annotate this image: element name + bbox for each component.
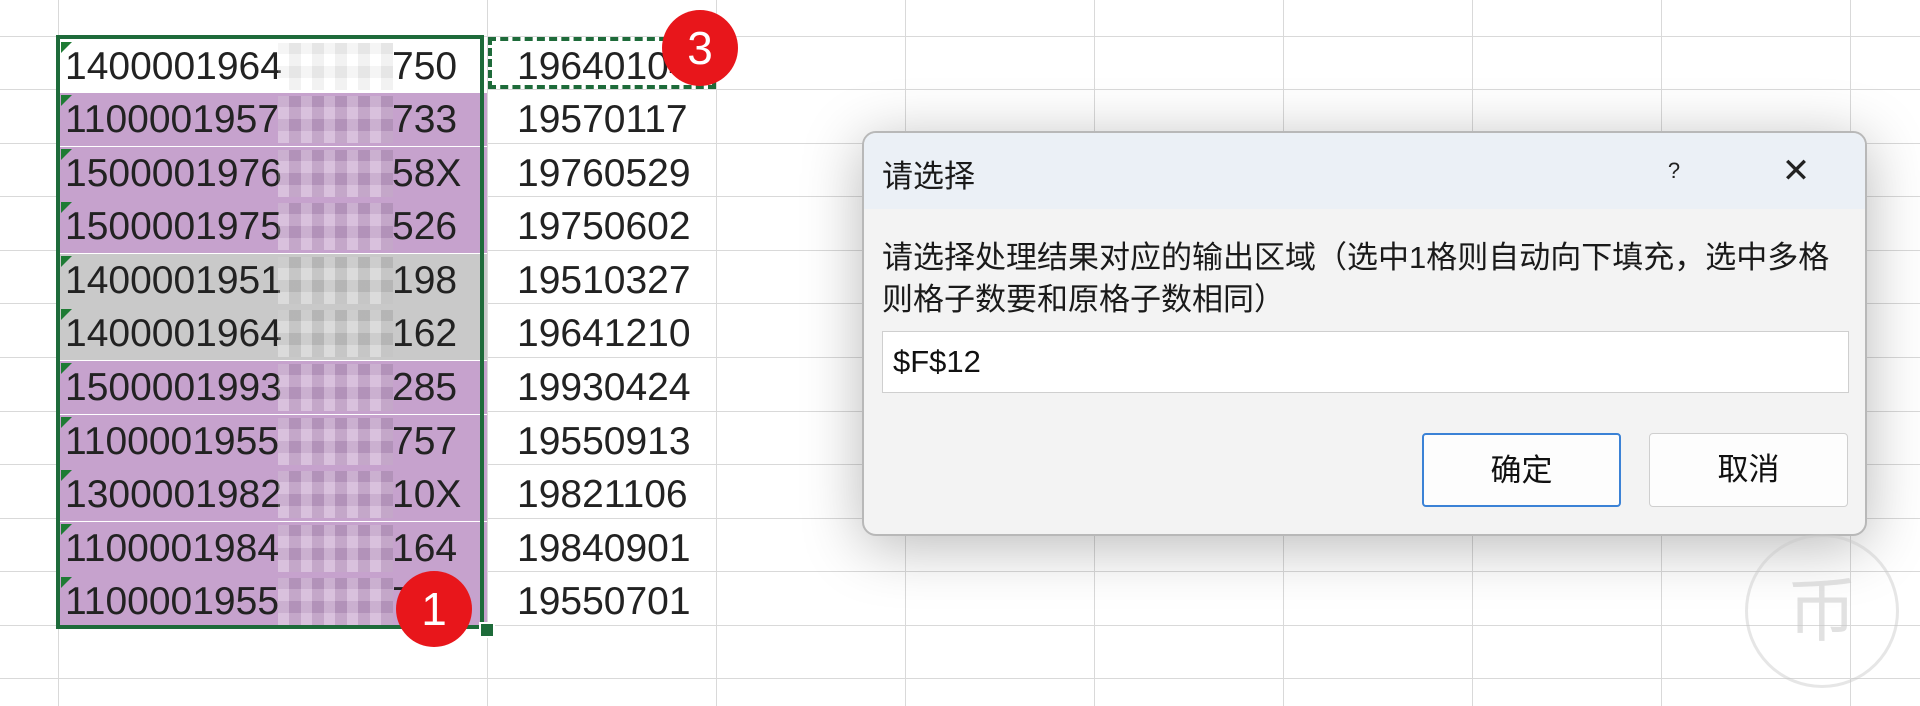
- watermark-logo: 币: [1745, 534, 1899, 688]
- selection-border: [56, 35, 484, 629]
- birthdate-cell[interactable]: 19550913: [488, 415, 716, 468]
- close-icon[interactable]: ✕: [1774, 149, 1818, 193]
- cancel-button[interactable]: 取消: [1649, 433, 1848, 507]
- birthdate-value: 19641210: [517, 312, 691, 355]
- birthdate-value: 19550913: [517, 420, 691, 463]
- grid-line: [0, 678, 1920, 679]
- select-output-dialog: 请选择 ? ✕ 请选择处理结果对应的输出区域（选中1格则自动向下填充，选中多格则…: [862, 131, 1867, 536]
- step-badge-3: 3: [662, 10, 738, 86]
- birthdate-value: 19510327: [517, 259, 691, 302]
- grid-line: [716, 0, 717, 706]
- birthdate-cell[interactable]: 19510327: [488, 254, 716, 307]
- ok-button[interactable]: 确定: [1422, 433, 1621, 507]
- birthdate-cell[interactable]: 19641210: [488, 307, 716, 360]
- step-badge-1: 1: [396, 571, 472, 647]
- birthdate-value: 19750602: [517, 205, 691, 248]
- help-button[interactable]: ?: [1654, 153, 1694, 189]
- dialog-title: 请选择: [882, 159, 975, 194]
- birthdate-cell[interactable]: 19930424: [488, 361, 716, 414]
- output-range-input[interactable]: [882, 331, 1849, 393]
- birthdate-cell[interactable]: 19570117: [488, 93, 716, 146]
- birthdate-value: 19930424: [517, 366, 691, 409]
- dialog-titlebar[interactable]: 请选择 ? ✕: [864, 133, 1865, 209]
- birthdate-value: 19821106: [517, 473, 688, 516]
- fill-handle[interactable]: [479, 622, 495, 638]
- birthdate-value: 19840901: [517, 527, 691, 570]
- dialog-message: 请选择处理结果对应的输出区域（选中1格则自动向下填充，选中多格则格子数要和原格子…: [882, 240, 1830, 317]
- birthdate-cell[interactable]: 19821106: [488, 468, 716, 521]
- birthdate-cell[interactable]: 19550701: [488, 575, 716, 628]
- birthdate-value: 19760529: [517, 152, 691, 195]
- birthdate-value: 19570117: [517, 98, 688, 141]
- birthdate-value: 19550701: [517, 580, 691, 623]
- birthdate-cell[interactable]: 19750602: [488, 200, 716, 253]
- birthdate-cell[interactable]: 19760529: [488, 147, 716, 200]
- birthdate-cell[interactable]: 19840901: [488, 522, 716, 575]
